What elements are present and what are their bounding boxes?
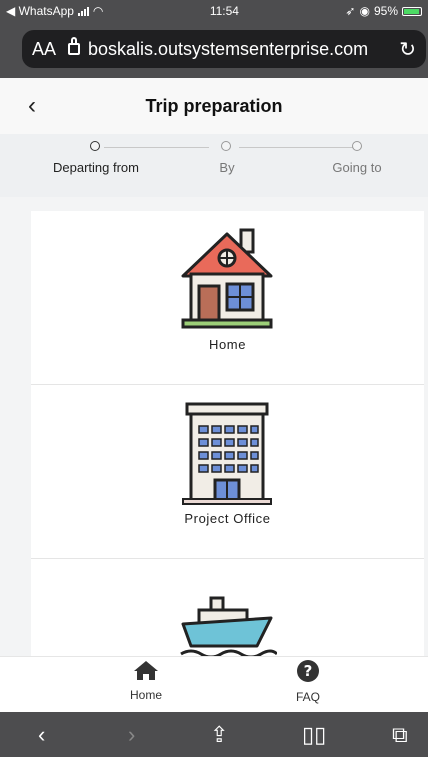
step-dot-going (352, 141, 362, 151)
step-connector (239, 147, 356, 148)
reader-aa-button[interactable]: AA (32, 39, 68, 60)
nav-home-label: Home (129, 688, 162, 702)
step-label-departing[interactable]: Departing from (53, 160, 139, 175)
back-button[interactable]: ‹ (28, 92, 36, 120)
bookmarks-icon[interactable]: ▯▯ (302, 722, 326, 748)
home-icon (134, 661, 158, 680)
page-title: Trip preparation (145, 95, 283, 116)
status-right: ➶ ◉ 95% (345, 4, 422, 18)
svg-text:?: ? (304, 662, 313, 680)
status-bar: ◀ WhatsApp ◠ 11:54 ➶ ◉ 95% (0, 0, 428, 22)
step-connector (104, 147, 209, 148)
nav-home[interactable]: Home (106, 659, 186, 702)
option-vessel[interactable] (31, 559, 424, 656)
browser-bar: AA boskalis.outsystemsenterprise.com ↻ (0, 22, 428, 78)
office-building-icon (182, 402, 272, 505)
browser-toolbar: ‹ › ⇪ ▯▯ ⧉ (0, 712, 428, 757)
clock: 11:54 (209, 4, 239, 18)
tabs-icon[interactable]: ⧉ (392, 722, 408, 748)
ship-icon (180, 596, 277, 656)
app-header: ‹ Trip preparation (0, 78, 428, 134)
alarm-icon: ◉ (359, 4, 370, 18)
option-label: Home (208, 337, 247, 352)
step-label-going[interactable]: Going to (332, 160, 381, 175)
cellular-signal-icon (77, 6, 89, 16)
browser-back-icon[interactable]: ‹ (38, 722, 45, 748)
house-icon (181, 228, 273, 329)
option-home[interactable]: Home (31, 211, 424, 385)
url-text: boskalis.outsystemsenterprise.com (88, 38, 369, 59)
nav-faq-label: FAQ (295, 690, 320, 704)
battery-icon (402, 6, 422, 16)
question-icon: ? (297, 660, 319, 682)
lock-icon (68, 37, 80, 55)
departure-options: Home Project Office (31, 211, 424, 656)
option-label: Project Office (184, 511, 271, 526)
step-dot-departing (90, 141, 100, 151)
share-icon[interactable]: ⇪ (210, 722, 228, 748)
option-project-office[interactable]: Project Office (31, 385, 424, 559)
back-to-app[interactable]: ◀ WhatsApp (6, 4, 74, 18)
step-dot-by (221, 141, 231, 151)
location-icon: ➶ (345, 4, 356, 18)
step-label-by[interactable]: By (219, 160, 234, 175)
battery-percent: 95% (373, 4, 398, 18)
trip-stepper: Departing from By Going to (0, 134, 428, 197)
wifi-icon: ◠ (92, 4, 104, 18)
status-left: ◀ WhatsApp ◠ (6, 4, 103, 18)
reload-icon[interactable]: ↻ (399, 37, 416, 62)
address-bar[interactable]: AA boskalis.outsystemsenterprise.com ↻ (22, 30, 426, 68)
browser-forward-icon[interactable]: › (128, 722, 135, 748)
bottom-nav: Home ? FAQ (0, 656, 428, 713)
nav-faq[interactable]: ? FAQ (268, 659, 348, 704)
